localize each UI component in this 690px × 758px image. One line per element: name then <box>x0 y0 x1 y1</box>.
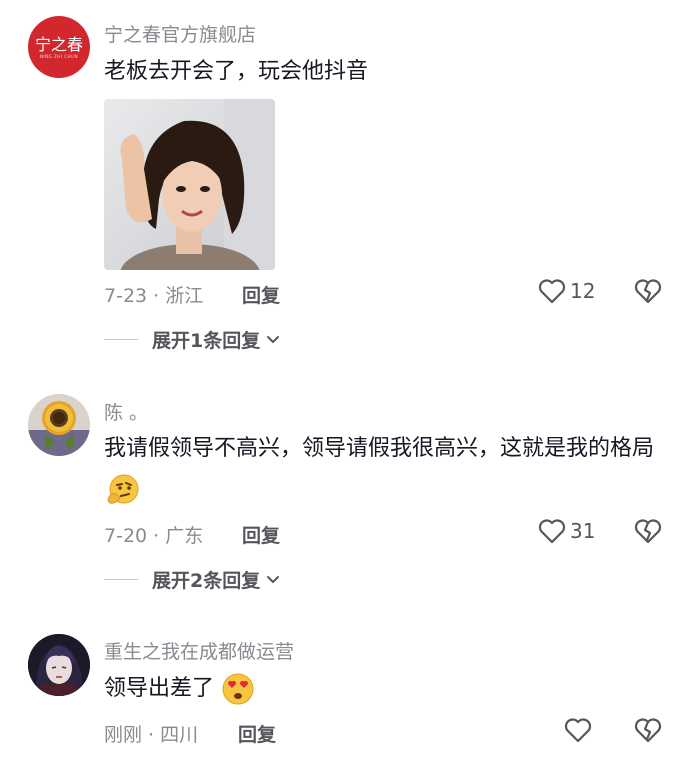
heart-outline-icon <box>564 718 592 743</box>
woman-portrait-image <box>104 99 275 270</box>
comment-text-body: 领导出差了 <box>104 676 215 701</box>
comment-meta: 7-20 · 广东 <box>104 525 204 547</box>
avatar[interactable]: 宁之春 NING ZHI CHUN <box>28 16 90 78</box>
dislike-button[interactable] <box>634 518 662 548</box>
thinking-face-emoji-icon <box>107 474 139 504</box>
comment-image[interactable] <box>104 99 275 270</box>
comment-author[interactable]: 宁之春官方旗舰店 <box>104 20 256 47</box>
dislike-button[interactable] <box>634 278 662 308</box>
reply-button[interactable]: 回复 <box>242 281 280 308</box>
like-button[interactable] <box>564 717 592 743</box>
expand-replies-button[interactable]: 展开1条回复 <box>104 326 282 353</box>
avatar-logo-subtext: NING ZHI CHUN <box>40 53 78 59</box>
anime-character-avatar-image <box>28 634 90 696</box>
comment-meta: 7-23 · 浙江 <box>104 285 204 307</box>
divider-line <box>104 579 138 580</box>
broken-heart-icon <box>634 279 662 304</box>
comment-author[interactable]: 陈 。 <box>104 398 148 425</box>
chevron-down-icon <box>267 575 280 583</box>
comment-text: 领导出差了 <box>104 669 664 709</box>
avatar-logo-text: 宁之春 <box>34 34 83 54</box>
broken-heart-icon <box>634 519 662 544</box>
comment-author[interactable]: 重生之我在成都做运营 <box>104 637 294 664</box>
dislike-button[interactable] <box>634 717 662 747</box>
like-button[interactable]: 12 <box>538 278 595 304</box>
expand-replies-button[interactable]: 展开2条回复 <box>104 566 282 593</box>
chevron-down-icon <box>267 335 280 343</box>
comment-text: 我请假领导不高兴，领导请假我很高兴，这就是我的格局 <box>104 429 664 509</box>
expand-replies-label: 展开1条回复 <box>152 330 261 352</box>
comment-text-body: 我请假领导不高兴，领导请假我很高兴，这就是我的格局 <box>104 436 655 461</box>
sunflower-avatar-image <box>28 394 90 456</box>
comment-meta: 刚刚 · 四川 <box>104 724 199 746</box>
avatar[interactable] <box>28 394 90 456</box>
reply-button[interactable]: 回复 <box>242 521 280 548</box>
like-count: 31 <box>570 519 596 543</box>
heart-eyes-emoji-icon <box>222 673 254 705</box>
like-button[interactable]: 31 <box>538 518 595 544</box>
expand-replies-label: 展开2条回复 <box>152 570 261 592</box>
comment-text: 老板去开会了，玩会他抖音 <box>104 59 369 84</box>
avatar[interactable] <box>28 634 90 696</box>
heart-outline-icon <box>538 279 566 304</box>
heart-outline-icon <box>538 519 566 544</box>
reply-button[interactable]: 回复 <box>238 720 276 747</box>
divider-line <box>104 339 138 340</box>
like-count: 12 <box>570 279 596 303</box>
comment-item: 宁之春 NING ZHI CHUN 宁之春官方旗舰店 老板去开会了，玩会他抖音 <box>0 0 690 370</box>
broken-heart-icon <box>634 718 662 743</box>
